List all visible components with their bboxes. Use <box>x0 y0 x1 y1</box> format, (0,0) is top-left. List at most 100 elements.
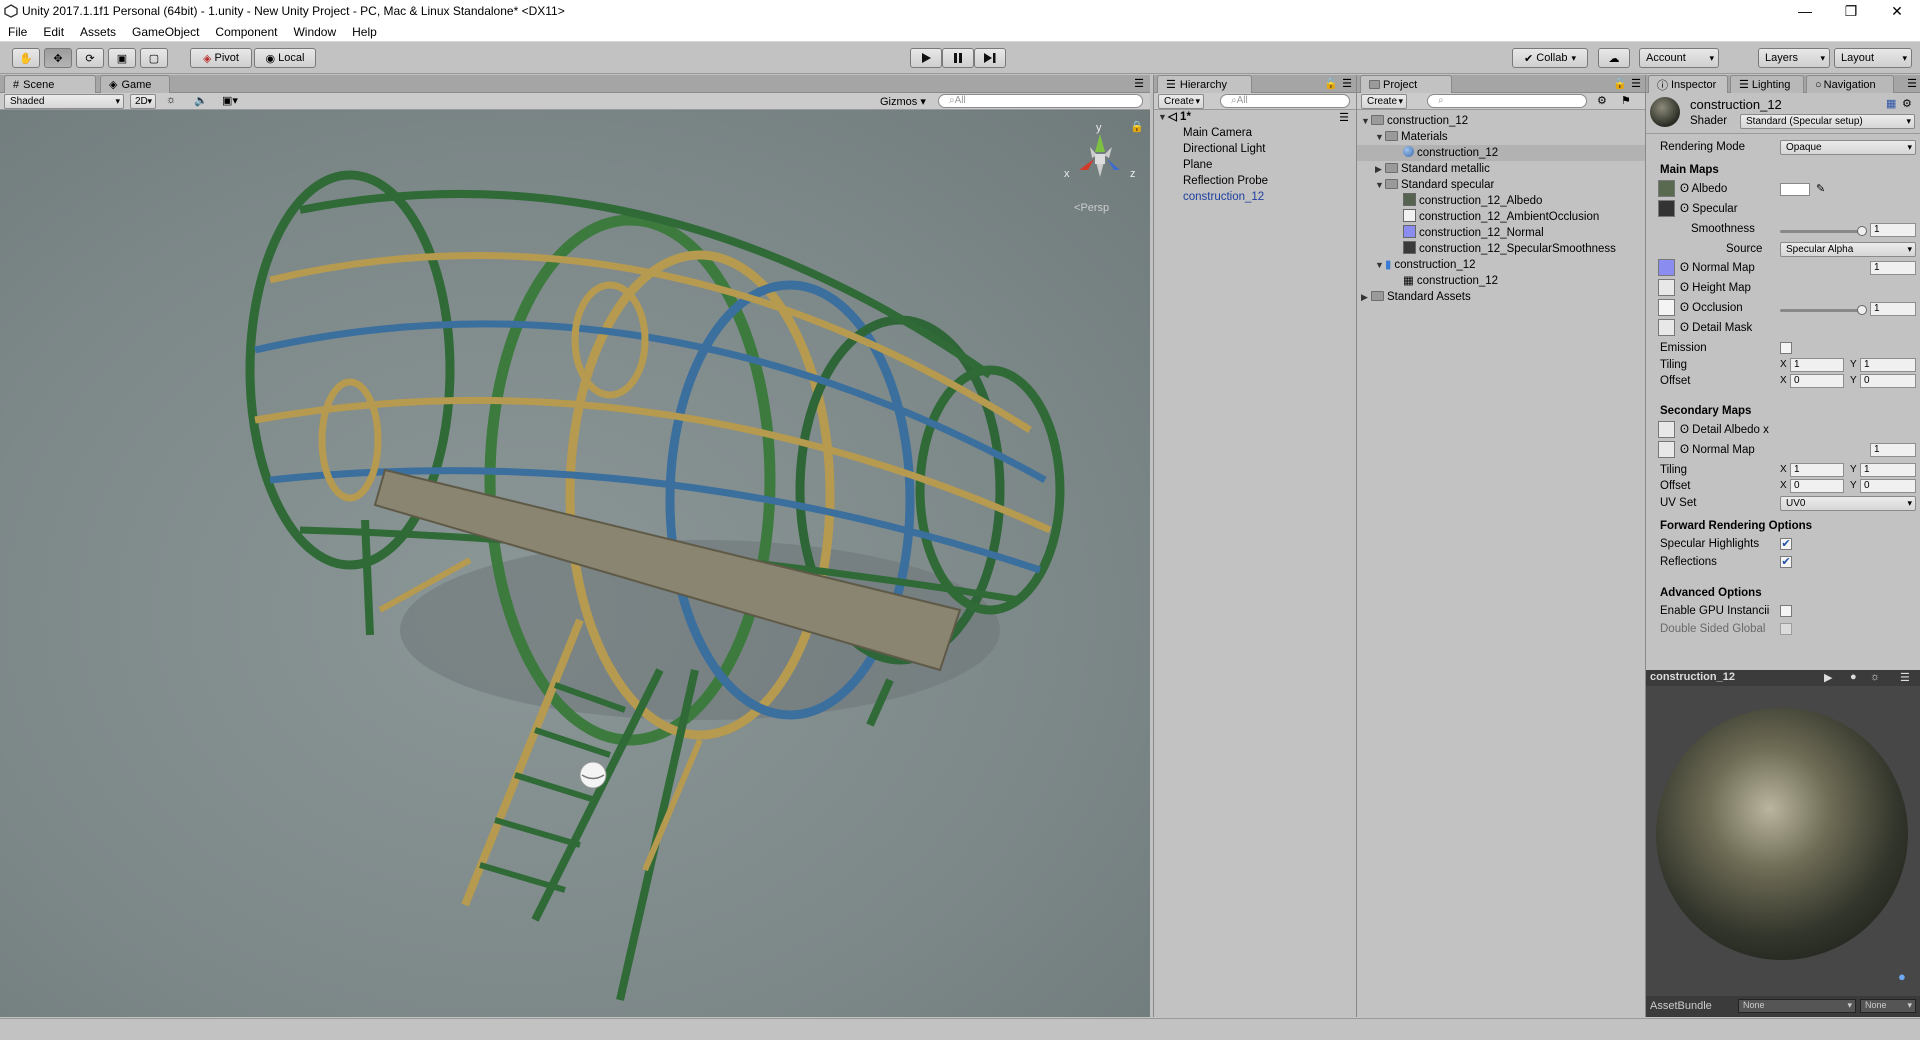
hierarchy-item-main-camera[interactable]: Main Camera <box>1183 125 1252 141</box>
filter-label-icon[interactable]: ⚑ <box>1621 94 1631 107</box>
smoothness-slider-track[interactable] <box>1780 230 1862 233</box>
help-book-icon[interactable]: ▦ <box>1886 97 1896 110</box>
eyedropper-icon[interactable]: ✎ <box>1816 182 1825 195</box>
occlusion-slider-knob[interactable] <box>1857 305 1867 315</box>
gpu-instancing-checkbox[interactable] <box>1780 605 1792 617</box>
scene-menu-icon[interactable]: ☰ <box>1339 111 1349 124</box>
persp-label[interactable]: <Persp <box>1074 202 1109 214</box>
albedo-texture-slot[interactable] <box>1658 180 1675 197</box>
project-folder-materials[interactable]: ▼ Materials <box>1375 129 1448 145</box>
assetbundle-variant-dropdown[interactable]: None ▾ <box>1860 999 1916 1013</box>
menu-file[interactable]: File <box>0 25 35 39</box>
preview-header[interactable]: construction_12 ▶ ● ☼ ☰ <box>1646 670 1920 686</box>
secondary-offset-x-field[interactable]: 0 <box>1790 479 1844 493</box>
hierarchy-search-input[interactable]: ⌕All <box>1220 94 1350 108</box>
local-toggle[interactable]: ◉ Local <box>254 48 316 68</box>
project-texture-normal[interactable]: construction_12_Normal <box>1403 225 1544 241</box>
secondary-normal-scale-field[interactable]: 1 <box>1870 443 1916 457</box>
smoothness-slider-knob[interactable] <box>1857 226 1867 236</box>
object-picker-icon[interactable]: ʘ <box>1680 444 1692 456</box>
detail-mask-texture-slot[interactable] <box>1658 319 1675 336</box>
minimize-icon[interactable]: — <box>1782 0 1828 22</box>
preview-sphere-icon[interactable]: ● <box>1850 671 1857 683</box>
project-texture-albedo[interactable]: construction_12_Albedo <box>1403 193 1542 209</box>
height-map-texture-slot[interactable] <box>1658 279 1675 296</box>
object-picker-icon[interactable]: ʘ <box>1680 302 1692 314</box>
object-picker-icon[interactable]: ʘ <box>1680 183 1692 195</box>
filter-type-icon[interactable]: ⚙ <box>1597 94 1607 107</box>
play-button[interactable] <box>910 48 942 68</box>
project-search-input[interactable]: ⌕ <box>1427 94 1587 108</box>
project-mesh[interactable]: ▦ construction_12 <box>1403 273 1498 289</box>
tiling-x-field[interactable]: 1 <box>1790 358 1844 372</box>
offset-x-field[interactable]: 0 <box>1790 374 1844 388</box>
panel-menu-icon[interactable]: ☰ <box>1342 77 1352 90</box>
occlusion-texture-slot[interactable] <box>1658 299 1675 316</box>
menu-window[interactable]: Window <box>285 25 344 39</box>
rect-tool-icon[interactable]: ▢ <box>140 48 168 68</box>
close-icon[interactable]: ✕ <box>1874 0 1920 22</box>
collab-button[interactable]: ✔ Collab ▾ <box>1512 48 1588 68</box>
assetbundle-name-dropdown[interactable]: None ▾ <box>1738 999 1856 1013</box>
project-prefab[interactable]: ▼▮ construction_12 <box>1375 257 1476 273</box>
hierarchy-create-dropdown[interactable]: Create <box>1158 94 1204 109</box>
audio-toggle-icon[interactable]: 🔈 <box>194 94 208 107</box>
preview-light-icon[interactable]: ☼ <box>1870 671 1880 683</box>
emission-checkbox[interactable] <box>1780 342 1792 354</box>
scene-viewport[interactable]: y x z 🔒 <Persp <box>0 110 1150 1017</box>
tab-hierarchy[interactable]: ☰ Hierarchy <box>1157 75 1252 93</box>
project-texture-ao[interactable]: construction_12_AmbientOcclusion <box>1403 209 1599 225</box>
secondary-tiling-y-field[interactable]: 1 <box>1860 463 1916 477</box>
lock-icon[interactable]: 🔒 <box>1324 77 1338 90</box>
tiling-y-field[interactable]: 1 <box>1860 358 1916 372</box>
hierarchy-item-directional-light[interactable]: Directional Light <box>1183 141 1265 157</box>
specular-texture-slot[interactable] <box>1658 200 1675 217</box>
secondary-offset-y-field[interactable]: 0 <box>1860 479 1916 493</box>
menu-help[interactable]: Help <box>344 25 385 39</box>
lighting-toggle-icon[interactable]: ☼ <box>166 94 176 106</box>
panel-menu-icon[interactable]: ☰ <box>1907 77 1917 90</box>
offset-y-field[interactable]: 0 <box>1860 374 1916 388</box>
object-picker-icon[interactable]: ʘ <box>1680 262 1692 274</box>
scene-search-input[interactable]: ⌕All <box>938 94 1143 108</box>
panel-menu-icon[interactable]: ☰ <box>1134 77 1144 90</box>
menu-component[interactable]: Component <box>207 25 285 39</box>
hand-tool-icon[interactable]: ✋ <box>12 48 40 68</box>
tab-game[interactable]: ◈ Game <box>100 75 170 93</box>
layout-dropdown[interactable]: Layout ▾ <box>1834 48 1912 68</box>
layers-dropdown[interactable]: Layers ▾ <box>1758 48 1830 68</box>
object-picker-icon[interactable]: ʘ <box>1680 424 1692 436</box>
secondary-normal-texture-slot[interactable] <box>1658 441 1675 458</box>
rendering-mode-dropdown[interactable]: Opaque <box>1780 140 1916 155</box>
move-tool-icon[interactable]: ✥ <box>44 48 72 68</box>
occlusion-field[interactable]: 1 <box>1870 302 1916 316</box>
panel-menu-icon[interactable]: ☰ <box>1631 77 1641 90</box>
reflections-checkbox[interactable]: ✔ <box>1780 556 1792 568</box>
hierarchy-item-plane[interactable]: Plane <box>1183 157 1212 173</box>
normal-map-texture-slot[interactable] <box>1658 259 1675 276</box>
effects-toggle-icon[interactable]: ▣▾ <box>222 94 238 107</box>
2d-toggle[interactable]: 2D <box>130 94 156 109</box>
specular-highlights-checkbox[interactable]: ✔ <box>1780 538 1792 550</box>
pause-button[interactable] <box>942 48 974 68</box>
project-folder-standard-metallic[interactable]: ▶ Standard metallic <box>1375 161 1490 177</box>
scale-tool-icon[interactable]: ▣ <box>108 48 136 68</box>
gizmo-lock-icon[interactable]: 🔒 <box>1130 120 1144 133</box>
albedo-color-swatch[interactable] <box>1780 183 1810 196</box>
cloud-button[interactable]: ☁ <box>1598 48 1630 68</box>
assetbundle-tag-icon[interactable]: ● <box>1898 969 1906 984</box>
tab-scene[interactable]: # Scene <box>4 75 96 93</box>
object-picker-icon[interactable]: ʘ <box>1680 282 1692 294</box>
object-picker-icon[interactable]: ʘ <box>1680 203 1692 215</box>
project-folder-standard-specular[interactable]: ▼ Standard specular <box>1375 177 1494 193</box>
maximize-icon[interactable]: ❐ <box>1828 0 1874 22</box>
tab-inspector[interactable]: ⓘ Inspector <box>1648 75 1728 93</box>
shading-mode-dropdown[interactable]: Shaded <box>4 94 124 109</box>
object-picker-icon[interactable]: ʘ <box>1680 322 1692 334</box>
preview-play-icon[interactable]: ▶ <box>1824 671 1832 684</box>
gizmos-dropdown[interactable]: Gizmos ▾ <box>880 95 926 108</box>
smoothness-field[interactable]: 1 <box>1870 223 1916 237</box>
tab-project[interactable]: Project <box>1360 75 1452 93</box>
pivot-toggle[interactable]: ◈ Pivot <box>190 48 252 68</box>
project-folder-standard-assets[interactable]: ▶ Standard Assets <box>1361 289 1471 305</box>
